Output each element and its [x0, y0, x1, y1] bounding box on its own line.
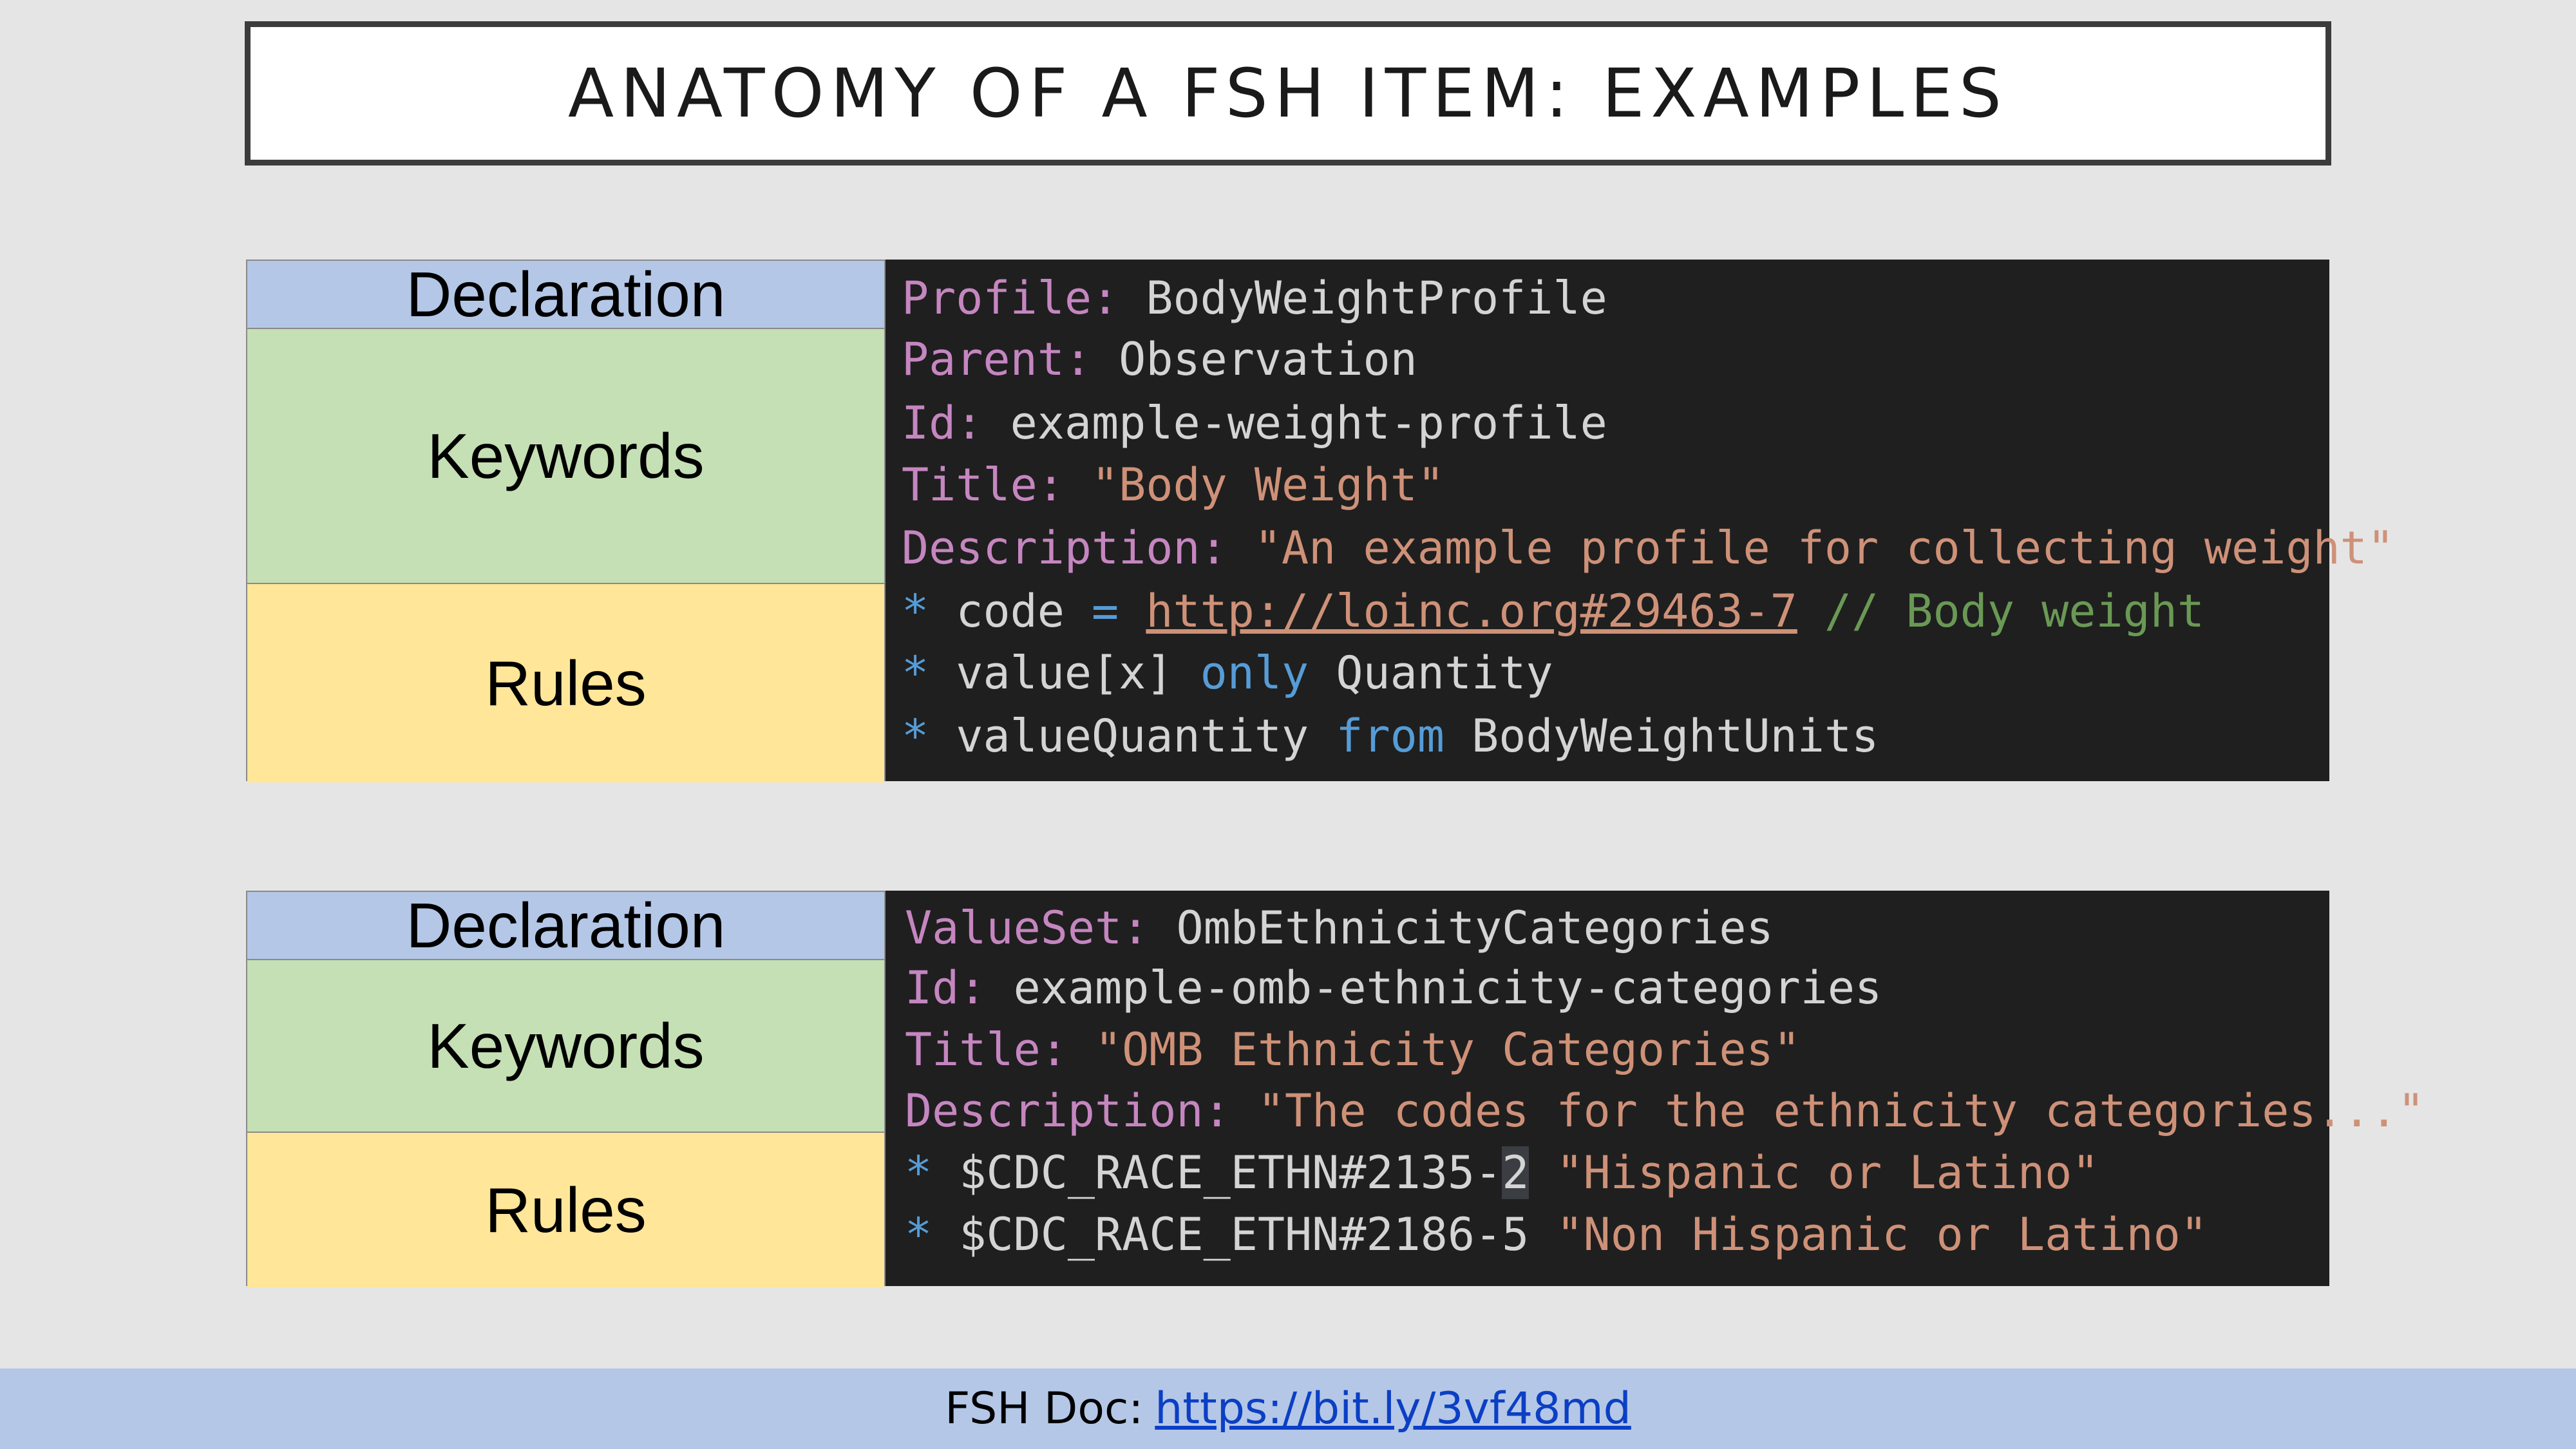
keywords-label: Keywords	[247, 329, 884, 584]
keywords-label: Keywords	[247, 960, 884, 1133]
loinc-link[interactable]: http://loinc.org#29463-7	[1146, 585, 1797, 638]
fsh-doc-link[interactable]: https://bit.ly/3vf48md	[1155, 1383, 1631, 1434]
code-line-title: Title: "Body Weight"	[902, 459, 1444, 511]
footer-label: FSH Doc:	[945, 1383, 1144, 1434]
code-line-valueset: ValueSet: OmbEthnicityCategories	[905, 902, 1774, 954]
code-line-profile: Profile: BodyWeightProfile	[902, 272, 1607, 325]
code-line-id: Id: example-weight-profile	[902, 397, 1607, 450]
rules-label: Rules	[247, 584, 884, 782]
code-line-rule-from: * valueQuantity from BodyWeightUnits	[902, 710, 1879, 762]
rules-label: Rules	[247, 1133, 884, 1287]
label-column: Declaration Keywords Rules	[246, 259, 886, 782]
code-line-title: Title: "OMB Ethnicity Categories"	[905, 1023, 1801, 1076]
code-line-rule-code: * code = http://loinc.org#29463-7 // Bod…	[902, 585, 2204, 638]
example-profile-block: Declaration Keywords Rules Profile: Body…	[246, 259, 2394, 782]
label-column: Declaration Keywords Rules	[246, 890, 886, 1287]
code-line-rule-non-hispanic: * $CDC_RACE_ETHN#2186-5 "Non Hispanic or…	[905, 1208, 2208, 1261]
declaration-label: Declaration	[247, 890, 884, 961]
code-panel: ValueSet: OmbEthnicityCategories Id: exa…	[886, 891, 2425, 1286]
code-line-description: Description: "An example profile for col…	[902, 522, 2394, 574]
code-panel: Profile: BodyWeightProfile Parent: Obser…	[886, 260, 2394, 781]
code-line-parent: Parent: Observation	[902, 333, 1417, 386]
slide-title: ANATOMY OF A FSH ITEM: EXAMPLES	[568, 54, 2008, 133]
code-line-rule-only: * value[x] only Quantity	[902, 647, 1553, 699]
code-line-id: Id: example-omb-ethnicity-categories	[905, 961, 1882, 1014]
footer-bar: FSH Doc: https://bit.ly/3vf48md	[0, 1368, 2576, 1449]
code-line-description: Description: "The codes for the ethnicit…	[905, 1084, 2425, 1137]
example-valueset-block: Declaration Keywords Rules ValueSet: Omb…	[246, 890, 2425, 1287]
slide-title-box: ANATOMY OF A FSH ITEM: EXAMPLES	[245, 21, 2331, 166]
code-line-rule-hispanic: * $CDC_RACE_ETHN#2135-2 "Hispanic or Lat…	[905, 1146, 2099, 1199]
declaration-label: Declaration	[247, 259, 884, 330]
